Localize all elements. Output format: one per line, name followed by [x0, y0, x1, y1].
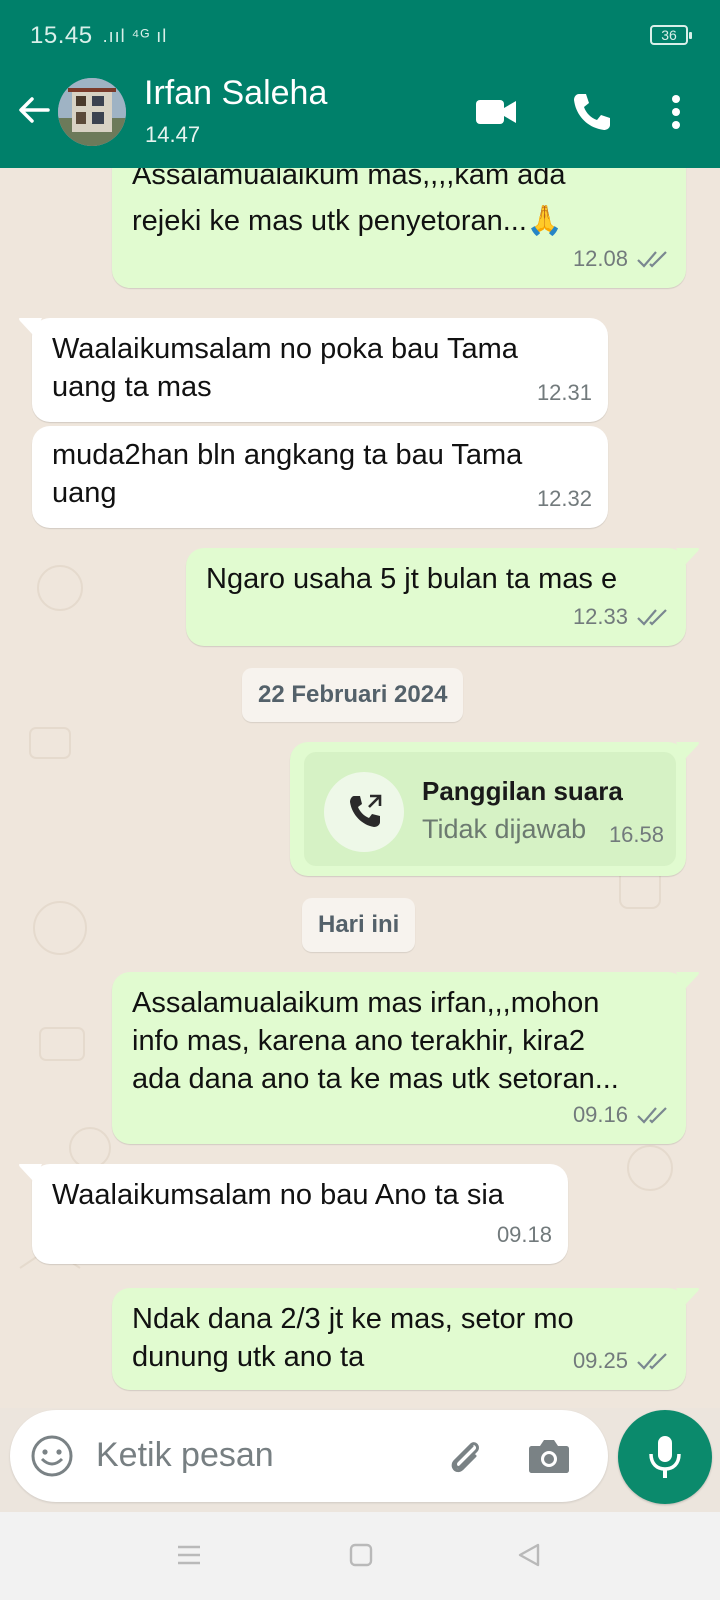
message-text: muda2han bln angkang ta bau Tama uang: [52, 436, 522, 512]
bubble-tail: [676, 742, 699, 760]
chat-area[interactable]: Assalamualaikum mas,,,,kam ada rejeki ke…: [0, 168, 720, 1408]
battery-icon: 36: [650, 25, 692, 45]
message-incoming[interactable]: Waalaikumsalam no poka bau Tama uang ta …: [19, 318, 608, 422]
home-icon[interactable]: [348, 1542, 374, 1568]
message-line: uang ta mas: [52, 371, 212, 403]
menu-icon[interactable]: [176, 1542, 202, 1568]
message-incoming[interactable]: muda2han bln angkang ta bau Tama uang 12…: [32, 426, 608, 528]
message-time: 12.32: [536, 486, 592, 511]
message-text: Waalaikumsalam no poka bau Tama uang ta …: [52, 330, 518, 406]
status-bar: 15.45 .ııl ⁴ᴳ ıl 36: [30, 22, 692, 50]
message-outgoing[interactable]: Assalamualaikum mas irfan,,,mohon info m…: [112, 972, 699, 1144]
outgoing-call-icon: [350, 794, 382, 827]
phone-icon[interactable]: [570, 90, 614, 134]
message-time: 16.58: [608, 822, 664, 847]
date-divider: 22 Februari 2024: [242, 668, 464, 722]
message-text: Ngaro usaha 5 jt bulan ta mas e: [206, 563, 618, 595]
double-check-icon: [637, 609, 667, 626]
message-meta: 16.58: [609, 816, 664, 854]
contact-name[interactable]: Irfan Saleha: [144, 74, 327, 113]
message-time: 09.18: [496, 1222, 552, 1247]
bubble-tail: [19, 318, 42, 336]
message-meta: 09.25: [573, 1342, 670, 1380]
message-line: ada dana ano ta ke mas utk setoran...: [132, 1063, 619, 1095]
message-line: uang: [52, 477, 117, 509]
camera-icon[interactable]: [526, 1434, 572, 1478]
message-meta: 09.16: [573, 1096, 670, 1134]
message-line: Assalamualaikum mas,,,,kam ada: [132, 168, 566, 191]
message-meta: 12.33: [573, 598, 670, 636]
message-line: dunung utk ano ta: [132, 1341, 365, 1373]
message-time: 12.08: [572, 246, 628, 271]
message-time: 12.31: [536, 380, 592, 405]
signal-icon: .ııl ⁴ᴳ ıl: [102, 25, 168, 46]
bubble-tail: [676, 972, 699, 990]
call-status: Tidak dijawab: [422, 814, 587, 844]
message-outgoing[interactable]: Assalamualaikum mas,,,,kam ada rejeki ke…: [112, 168, 686, 288]
status-time: 15.45: [30, 22, 93, 49]
message-text: Assalamualaikum mas,,,,kam ada rejeki ke…: [132, 168, 566, 240]
mic-icon: [649, 1436, 681, 1478]
call-title: Panggilan suara: [422, 776, 623, 806]
missed-call-message[interactable]: Panggilan suara Tidak dijawab 16.58: [290, 742, 699, 876]
message-line: Ndak dana 2/3 jt ke mas, setor mo: [132, 1303, 574, 1335]
message-meta: 12.31: [537, 374, 592, 412]
message-text: Ndak dana 2/3 jt ke mas, setor mo dunung…: [132, 1300, 574, 1376]
mic-button[interactable]: [618, 1410, 712, 1504]
message-text: Assalamualaikum mas irfan,,,mohon info m…: [132, 984, 619, 1098]
message-line: Waalaikumsalam no poka bau Tama: [52, 333, 518, 365]
message-line: Assalamualaikum mas irfan,,,mohon: [132, 987, 600, 1019]
bubble-tail: [19, 1164, 42, 1182]
date-divider: Hari ini: [302, 898, 416, 952]
call-icon-wrap: [324, 772, 404, 852]
back-arrow-icon[interactable]: [14, 90, 54, 130]
bubble-tail: [676, 548, 699, 566]
double-check-icon: [637, 1353, 667, 1370]
message-meta: 12.08: [573, 240, 670, 278]
system-nav-bar: [0, 1512, 720, 1600]
bubble-tail: [676, 1288, 699, 1306]
double-check-icon: [637, 1107, 667, 1124]
more-icon[interactable]: [654, 90, 698, 134]
last-seen: 14.47: [145, 122, 201, 147]
message-input[interactable]: Ketik pesan: [96, 1436, 274, 1475]
message-line: rejeki ke mas utk penyetoran...🙏: [132, 205, 564, 237]
back-nav-icon[interactable]: [516, 1542, 542, 1568]
message-time: 09.25: [572, 1348, 628, 1373]
message-time: 09.16: [572, 1102, 628, 1127]
video-call-icon[interactable]: [474, 90, 518, 134]
message-text: Waalaikumsalam no bau Ano ta sia: [52, 1179, 504, 1211]
message-line: info mas, karena ano terakhir, kira2: [132, 1025, 585, 1057]
contact-avatar[interactable]: [58, 78, 126, 146]
double-check-icon: [637, 251, 667, 268]
message-time: 12.33: [572, 604, 628, 629]
message-input-bar[interactable]: Ketik pesan: [10, 1410, 608, 1502]
emoji-icon[interactable]: [30, 1434, 74, 1478]
chat-header: 15.45 .ııl ⁴ᴳ ıl 36 Irfan Saleha 14.47: [0, 0, 720, 168]
message-line: muda2han bln angkang ta bau Tama: [52, 439, 523, 471]
message-outgoing[interactable]: Ndak dana 2/3 jt ke mas, setor mo dunung…: [112, 1288, 699, 1390]
attach-icon[interactable]: [442, 1434, 486, 1478]
message-meta: 12.32: [537, 480, 592, 518]
message-incoming[interactable]: Waalaikumsalam no bau Ano ta sia 09.18: [19, 1164, 568, 1264]
message-meta: 09.18: [497, 1216, 552, 1254]
message-outgoing[interactable]: Ngaro usaha 5 jt bulan ta mas e 12.33: [186, 548, 699, 646]
call-card[interactable]: Panggilan suara Tidak dijawab 16.58: [304, 752, 676, 866]
